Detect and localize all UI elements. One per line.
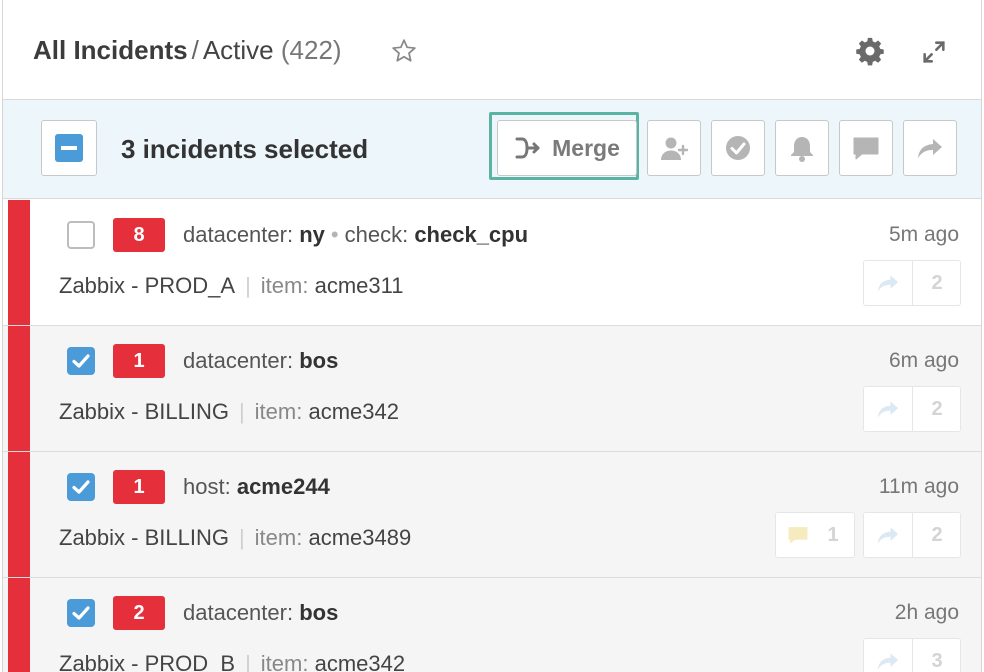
alert-count-badge: 1 — [113, 470, 165, 504]
add-user-icon — [661, 137, 689, 160]
forward-icon — [877, 275, 899, 292]
forward-count-group[interactable]: 3 — [863, 638, 961, 672]
tag-key: datacenter: — [183, 600, 294, 625]
tag-key: datacenter: — [183, 222, 294, 247]
incident-source: Zabbix - PROD_A — [59, 273, 236, 298]
selection-count-label: 3 incidents selected — [121, 134, 369, 164]
severity-bar — [8, 452, 30, 577]
item-key: item: — [260, 273, 309, 298]
forward-icon — [877, 527, 899, 544]
tag-separator: • — [330, 222, 339, 247]
incident-row[interactable]: 8 datacenter: ny • check: check_cpu 5m ago… — [3, 200, 981, 326]
partial-check-indicator — [55, 134, 83, 162]
expand-icon[interactable] — [920, 38, 948, 66]
incident-source: Zabbix - BILLING — [59, 525, 229, 550]
item-value: acme342 — [314, 651, 406, 672]
tag-value: bos — [299, 600, 339, 625]
checkmark-icon — [72, 606, 90, 620]
incident-time: 2h ago — [894, 601, 959, 624]
forward-icon — [918, 139, 942, 158]
forward-count: 3 — [931, 649, 943, 672]
forward-count: 2 — [931, 271, 943, 294]
checkmark-icon — [72, 354, 90, 368]
incident-time: 6m ago — [888, 349, 959, 372]
forward-count-group[interactable]: 2 — [863, 260, 961, 306]
comment-count: 1 — [827, 523, 839, 546]
forward-button[interactable] — [903, 120, 957, 176]
incident-time: 5m ago — [888, 223, 959, 246]
check-circle-icon — [726, 136, 750, 160]
incident-tags[interactable]: datacenter: bos — [183, 347, 338, 375]
tag-value: acme244 — [236, 474, 330, 499]
selection-toolbar: 3 incidents selected Merge — [3, 100, 981, 199]
title-all-incidents[interactable]: All Incidents — [33, 35, 188, 65]
item-value: acme342 — [308, 399, 399, 424]
forward-count: 2 — [931, 397, 943, 420]
incident-row[interactable]: 2 datacenter: bos 2h ago Zabbix - PROD_B… — [3, 578, 981, 672]
select-all-checkbox[interactable] — [41, 120, 97, 176]
tag-key: datacenter: — [183, 348, 294, 373]
header: All Incidents / Active (422) — [3, 0, 981, 100]
item-key: item: — [254, 399, 303, 424]
incidents-panel: All Incidents / Active (422) 3 incidents… — [2, 0, 982, 672]
alert-count-badge: 8 — [113, 218, 165, 252]
incident-tags[interactable]: datacenter: bos — [183, 599, 338, 627]
star-icon[interactable] — [391, 38, 417, 64]
incident-source-line: Zabbix - BILLING | item: acme3489 — [59, 525, 412, 550]
forward-count-group[interactable]: 2 — [863, 386, 961, 432]
incident-source-line: Zabbix - PROD_A | item: acme311 — [59, 273, 404, 298]
bell-icon — [791, 137, 813, 162]
incident-checkbox[interactable] — [67, 221, 95, 249]
incident-source-line: Zabbix - BILLING | item: acme342 — [59, 399, 399, 424]
forward-count: 2 — [931, 523, 943, 546]
title-active: Active — [202, 35, 274, 65]
comment-button[interactable] — [839, 120, 893, 176]
comment-icon — [853, 137, 879, 160]
incident-tags[interactable]: host: acme244 — [183, 473, 330, 501]
tag-key: check: — [344, 222, 409, 247]
resolve-button[interactable] — [711, 120, 765, 176]
incident-count: (422) — [280, 35, 342, 65]
assign-button[interactable] — [647, 120, 701, 176]
alert-count-badge: 2 — [113, 596, 165, 630]
forward-count-group[interactable]: 2 — [863, 512, 961, 558]
severity-bar — [8, 326, 30, 451]
incident-time: 11m ago — [878, 475, 959, 498]
incident-source: Zabbix - PROD_B — [59, 651, 236, 672]
tag-value: bos — [299, 348, 339, 373]
item-value: acme3489 — [308, 525, 412, 550]
incident-source: Zabbix - BILLING — [59, 399, 229, 424]
tag-key: host: — [183, 474, 231, 499]
merge-icon — [515, 137, 540, 159]
comment-count-group[interactable]: 1 — [775, 512, 855, 558]
title-separator: / — [191, 35, 199, 65]
comment-icon — [788, 527, 808, 544]
app: All Incidents / Active (422) 3 incidents… — [0, 0, 984, 672]
tag-value: ny — [299, 222, 325, 247]
severity-bar — [8, 578, 30, 672]
incident-checkbox[interactable] — [67, 347, 95, 375]
merge-button[interactable]: Merge — [497, 120, 637, 176]
page-title: All Incidents / Active (422) — [33, 34, 342, 66]
item-key: item: — [260, 651, 309, 672]
snooze-button[interactable] — [775, 120, 829, 176]
forward-icon — [877, 653, 899, 670]
item-value: acme311 — [314, 273, 404, 298]
gear-icon[interactable] — [855, 36, 885, 66]
incident-row[interactable]: 1 datacenter: bos 6m ago Zabbix - BILLIN… — [3, 326, 981, 452]
severity-bar — [8, 200, 30, 325]
incident-source-line: Zabbix - PROD_B | item: acme342 — [59, 650, 405, 672]
incident-row[interactable]: 1 host: acme244 11m ago Zabbix - BILLING… — [3, 452, 981, 578]
forward-icon — [877, 401, 899, 418]
alert-count-badge: 1 — [113, 344, 165, 378]
incident-tags[interactable]: datacenter: ny • check: check_cpu — [183, 221, 528, 249]
merge-label: Merge — [552, 134, 620, 161]
incident-checkbox[interactable] — [67, 473, 95, 501]
item-key: item: — [254, 525, 303, 550]
incident-checkbox[interactable] — [67, 599, 95, 627]
checkmark-icon — [72, 480, 90, 494]
tag-value: check_cpu — [414, 222, 529, 247]
